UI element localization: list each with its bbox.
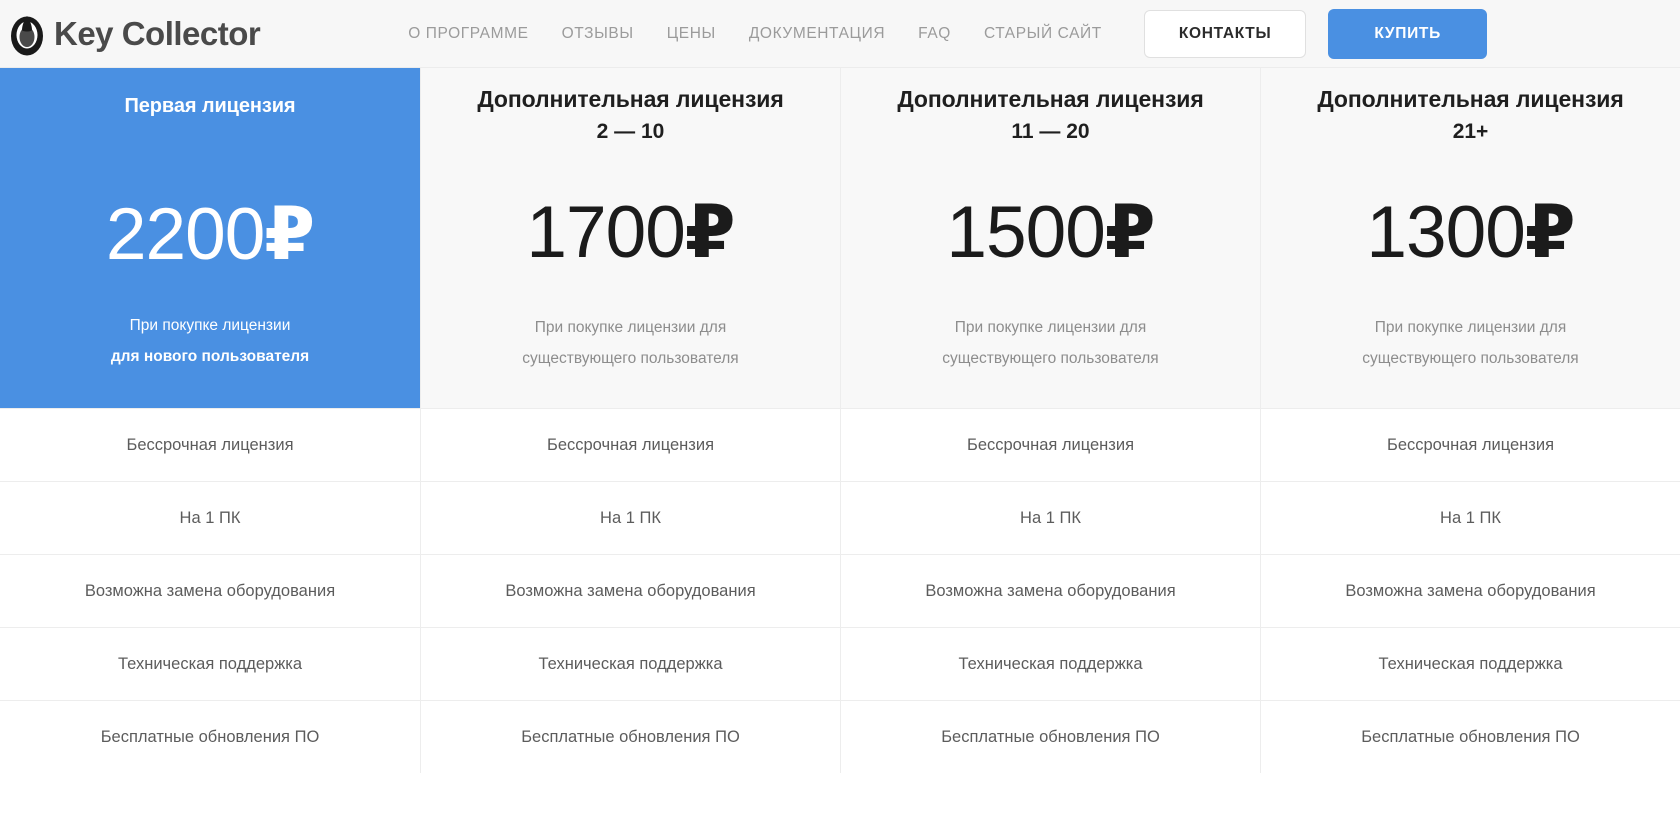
feature-item: Бесплатные обновления ПО xyxy=(1260,700,1680,773)
feature-item: На 1 ПК xyxy=(420,481,840,554)
feature-item: Техническая поддержка xyxy=(0,627,420,700)
plan-price-amount: 1300 xyxy=(1366,192,1525,274)
plan-note-line-1: При покупке лицензии для xyxy=(954,319,1147,337)
feature-item: Возможна замена оборудования xyxy=(0,554,420,627)
plan-note-line-1: При покупке лицензии для xyxy=(1374,319,1567,337)
feature-item: На 1 ПК xyxy=(840,481,1260,554)
buy-button[interactable]: КУПИТЬ xyxy=(1328,8,1487,59)
nav-item-old-site[interactable]: СТАРЫЙ САЙТ xyxy=(984,25,1102,43)
plan-price: 2200₽ xyxy=(106,198,315,271)
plan-title: Дополнительная лицензия xyxy=(1317,86,1624,112)
plan-note: При покупке лицензии для существующего п… xyxy=(1362,313,1578,373)
plan-note: При покупке лицензии для нового пользова… xyxy=(111,311,309,371)
pricing-plan-first-license[interactable]: Первая лицензия 2200₽ При покупке лиценз… xyxy=(0,68,420,773)
plan-features: Бессрочная лицензия На 1 ПК Возможна зам… xyxy=(0,408,420,773)
plan-price: 1700₽ xyxy=(526,196,735,269)
nav-item-documentation[interactable]: ДОКУМЕНТАЦИЯ xyxy=(749,25,885,43)
plan-header: Дополнительная лицензия 21+ 1300₽ При по… xyxy=(1260,68,1680,408)
plan-note-line-1: При покупке лицензии для xyxy=(534,319,727,337)
nav-item-reviews[interactable]: ОТЗЫВЫ xyxy=(562,25,634,43)
pricing-plan-additional-2-10[interactable]: Дополнительная лицензия 2 — 10 1700₽ При… xyxy=(420,68,840,773)
feature-item: Техническая поддержка xyxy=(1260,627,1680,700)
plan-title: Первая лицензия xyxy=(124,95,296,117)
plan-features: Бессрочная лицензия На 1 ПК Возможна зам… xyxy=(420,408,840,773)
plan-range: 2 — 10 xyxy=(596,120,665,144)
plan-note-line-2: существующего пользователя xyxy=(942,349,1159,367)
feature-item: Возможна замена оборудования xyxy=(840,554,1260,627)
rouble-sign-icon: ₽ xyxy=(684,192,736,274)
feature-item: Бессрочная лицензия xyxy=(0,408,420,481)
plan-note: При покупке лицензии для существующего п… xyxy=(522,313,738,373)
plan-header: Дополнительная лицензия 11 — 20 1500₽ Пр… xyxy=(840,68,1260,408)
plan-range: 21+ xyxy=(1452,120,1489,144)
pricing-plan-additional-21-plus[interactable]: Дополнительная лицензия 21+ 1300₽ При по… xyxy=(1260,68,1680,773)
plan-range: 11 — 20 xyxy=(1011,120,1090,144)
plan-note-line-2: существующего пользователя xyxy=(1362,349,1579,367)
plan-title: Дополнительная лицензия xyxy=(897,86,1204,112)
plan-features: Бессрочная лицензия На 1 ПК Возможна зам… xyxy=(840,408,1260,773)
feature-item: Техническая поддержка xyxy=(420,627,840,700)
nav-item-about[interactable]: О ПРОГРАММЕ xyxy=(408,25,528,43)
plan-price: 1300₽ xyxy=(1366,196,1575,269)
feature-item: Бесплатные обновления ПО xyxy=(420,700,840,773)
plan-note-line-2: существующего пользователя xyxy=(522,349,739,367)
brand-name: Key Collector xyxy=(54,14,261,52)
feature-item: Бесплатные обновления ПО xyxy=(840,700,1260,773)
pricing-plan-additional-11-20[interactable]: Дополнительная лицензия 11 — 20 1500₽ Пр… xyxy=(840,68,1260,773)
plan-price-amount: 1500 xyxy=(946,192,1105,274)
feature-item: Возможна замена оборудования xyxy=(420,554,840,627)
plan-price-amount: 2200 xyxy=(105,194,265,276)
contacts-button[interactable]: КОНТАКТЫ xyxy=(1143,9,1307,58)
rouble-sign-icon: ₽ xyxy=(1524,192,1576,274)
header-actions: КОНТАКТЫ КУПИТЬ xyxy=(1143,8,1487,59)
nav-item-prices[interactable]: ЦЕНЫ xyxy=(667,25,716,43)
feature-item: Бессрочная лицензия xyxy=(420,408,840,481)
feature-item: Возможна замена оборудования xyxy=(1260,554,1680,627)
nav-item-faq[interactable]: FAQ xyxy=(918,25,951,43)
feature-item: Бесплатные обновления ПО xyxy=(0,700,420,773)
rouble-sign-icon: ₽ xyxy=(1104,192,1156,274)
site-header: Key Collector О ПРОГРАММЕ ОТЗЫВЫ ЦЕНЫ ДО… xyxy=(0,0,1680,68)
plan-note-line-1: При покупке лицензии xyxy=(129,317,291,335)
plan-header: Дополнительная лицензия 2 — 10 1700₽ При… xyxy=(420,68,840,408)
plan-note-line-2: для нового пользователя xyxy=(110,347,310,365)
pricing-table: Первая лицензия 2200₽ При покупке лиценз… xyxy=(0,68,1680,773)
rouble-sign-icon: ₽ xyxy=(264,194,315,276)
plan-header: Первая лицензия 2200₽ При покупке лиценз… xyxy=(0,68,420,408)
plan-price: 1500₽ xyxy=(946,196,1155,269)
feature-item: Бессрочная лицензия xyxy=(1260,408,1680,481)
feature-item: На 1 ПК xyxy=(1260,481,1680,554)
egg-logo-icon xyxy=(11,16,43,56)
plan-features: Бессрочная лицензия На 1 ПК Возможна зам… xyxy=(1260,408,1680,773)
feature-item: Бессрочная лицензия xyxy=(840,408,1260,481)
feature-item: Техническая поддержка xyxy=(840,627,1260,700)
plan-note: При покупке лицензии для существующего п… xyxy=(942,313,1158,373)
brand-logo-link[interactable]: Key Collector xyxy=(10,11,261,56)
plan-price-amount: 1700 xyxy=(526,192,685,274)
main-navigation: О ПРОГРАММЕ ОТЗЫВЫ ЦЕНЫ ДОКУМЕНТАЦИЯ FAQ… xyxy=(408,25,1102,43)
plan-title: Дополнительная лицензия xyxy=(477,86,784,112)
feature-item: На 1 ПК xyxy=(0,481,420,554)
